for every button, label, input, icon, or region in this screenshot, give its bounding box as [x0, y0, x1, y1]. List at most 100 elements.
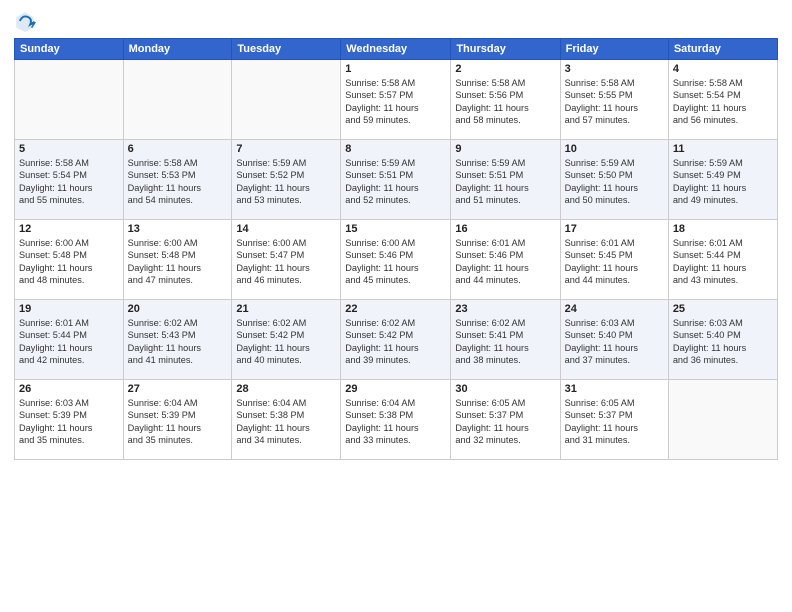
calendar-cell: 1Sunrise: 5:58 AM Sunset: 5:57 PM Daylig… — [341, 60, 451, 140]
calendar-cell: 16 Sunrise: 6:01 AM Sunset: 5:46 PM Dayli… — [451, 220, 560, 300]
calendar-header-saturday: Saturday — [668, 39, 777, 60]
day-number: 17 — [565, 223, 664, 235]
day-number: 18 — [673, 223, 773, 235]
day-info: Sunrise: 6:05 AM Sunset: 5:37 PM Dayligh… — [455, 397, 555, 447]
logo-icon — [14, 10, 36, 32]
day-number: 11 — [673, 143, 773, 155]
calendar-header-wednesday: Wednesday — [341, 39, 451, 60]
calendar-cell: 8 Sunrise: 5:59 AM Sunset: 5:51 PM Daylig… — [341, 140, 451, 220]
calendar-cell: 18Sunrise: 6:01 AM Sunset: 5:44 PM Dayli… — [668, 220, 777, 300]
logo — [14, 10, 40, 32]
page: SundayMondayTuesdayWednesdayThursdayFrid… — [0, 0, 792, 612]
day-info: Sunrise: 6:00 AM Sunset: 5:48 PM Dayligh… — [19, 237, 119, 287]
calendar-cell: 28Sunrise: 6:04 AM Sunset: 5:38 PM Dayli… — [232, 380, 341, 460]
calendar-week-row: 12 Sunrise: 6:00 AM Sunset: 5:48 PM Dayli… — [15, 220, 778, 300]
calendar-cell: 13 Sunrise: 6:00 AM Sunset: 5:48 PM Dayli… — [123, 220, 232, 300]
day-number: 20 — [128, 303, 228, 315]
day-info: Sunrise: 6:00 AM Sunset: 5:47 PM Dayligh… — [236, 237, 336, 287]
day-number: 21 — [236, 303, 336, 315]
day-info: Sunrise: 6:00 AM Sunset: 5:46 PM Dayligh… — [345, 237, 446, 287]
calendar-cell — [123, 60, 232, 140]
day-info: Sunrise: 5:58 AM Sunset: 5:54 PM Dayligh… — [673, 77, 773, 127]
calendar-cell: 21 Sunrise: 6:02 AM Sunset: 5:42 PM Dayli… — [232, 300, 341, 380]
calendar-cell: 25 Sunrise: 6:03 AM Sunset: 5:40 PM Dayli… — [668, 300, 777, 380]
calendar-cell: 30 Sunrise: 6:05 AM Sunset: 5:37 PM Dayli… — [451, 380, 560, 460]
day-number: 22 — [345, 303, 446, 315]
calendar-cell: 11 Sunrise: 5:59 AM Sunset: 5:49 PM Dayli… — [668, 140, 777, 220]
day-number: 8 — [345, 143, 446, 155]
day-info: Sunrise: 6:03 AM Sunset: 5:40 PM Dayligh… — [673, 317, 773, 367]
calendar-header-row: SundayMondayTuesdayWednesdayThursdayFrid… — [15, 39, 778, 60]
day-info: Sunrise: 5:59 AM Sunset: 5:50 PM Dayligh… — [565, 157, 664, 207]
day-number: 16 — [455, 223, 555, 235]
day-info: Sunrise: 5:58 AM Sunset: 5:55 PM Dayligh… — [565, 77, 664, 127]
calendar-cell — [668, 380, 777, 460]
day-number: 30 — [455, 383, 555, 395]
calendar-cell: 3 Sunrise: 5:58 AM Sunset: 5:55 PM Daylig… — [560, 60, 668, 140]
day-info: Sunrise: 5:58 AM Sunset: 5:56 PM Dayligh… — [455, 77, 555, 127]
day-number: 2 — [455, 63, 555, 75]
day-info: Sunrise: 6:01 AM Sunset: 5:45 PM Dayligh… — [565, 237, 664, 287]
day-info: Sunrise: 5:58 AM Sunset: 5:57 PM Dayligh… — [345, 77, 446, 127]
day-number: 26 — [19, 383, 119, 395]
calendar-header-tuesday: Tuesday — [232, 39, 341, 60]
day-info: Sunrise: 5:59 AM Sunset: 5:51 PM Dayligh… — [455, 157, 555, 207]
day-number: 14 — [236, 223, 336, 235]
day-info: Sunrise: 6:04 AM Sunset: 5:38 PM Dayligh… — [345, 397, 446, 447]
header — [14, 10, 778, 32]
day-number: 9 — [455, 143, 555, 155]
calendar-header-monday: Monday — [123, 39, 232, 60]
day-number: 27 — [128, 383, 228, 395]
day-info: Sunrise: 6:02 AM Sunset: 5:42 PM Dayligh… — [236, 317, 336, 367]
day-info: Sunrise: 6:02 AM Sunset: 5:43 PM Dayligh… — [128, 317, 228, 367]
calendar-week-row: 26 Sunrise: 6:03 AM Sunset: 5:39 PM Dayli… — [15, 380, 778, 460]
calendar-cell: 4Sunrise: 5:58 AM Sunset: 5:54 PM Daylig… — [668, 60, 777, 140]
day-info: Sunrise: 6:02 AM Sunset: 5:41 PM Dayligh… — [455, 317, 555, 367]
calendar-cell: 14 Sunrise: 6:00 AM Sunset: 5:47 PM Dayli… — [232, 220, 341, 300]
day-number: 5 — [19, 143, 119, 155]
calendar-cell: 24Sunrise: 6:03 AM Sunset: 5:40 PM Dayli… — [560, 300, 668, 380]
calendar-week-row: 1Sunrise: 5:58 AM Sunset: 5:57 PM Daylig… — [15, 60, 778, 140]
calendar-cell: 7 Sunrise: 5:59 AM Sunset: 5:52 PM Daylig… — [232, 140, 341, 220]
calendar-table: SundayMondayTuesdayWednesdayThursdayFrid… — [14, 38, 778, 460]
day-info: Sunrise: 6:02 AM Sunset: 5:42 PM Dayligh… — [345, 317, 446, 367]
day-info: Sunrise: 5:59 AM Sunset: 5:51 PM Dayligh… — [345, 157, 446, 207]
calendar-week-row: 19 Sunrise: 6:01 AM Sunset: 5:44 PM Dayli… — [15, 300, 778, 380]
day-number: 13 — [128, 223, 228, 235]
day-number: 6 — [128, 143, 228, 155]
day-number: 25 — [673, 303, 773, 315]
day-number: 7 — [236, 143, 336, 155]
calendar-cell — [232, 60, 341, 140]
calendar-cell: 29 Sunrise: 6:04 AM Sunset: 5:38 PM Dayli… — [341, 380, 451, 460]
calendar-header-thursday: Thursday — [451, 39, 560, 60]
day-info: Sunrise: 6:00 AM Sunset: 5:48 PM Dayligh… — [128, 237, 228, 287]
day-number: 23 — [455, 303, 555, 315]
day-info: Sunrise: 5:58 AM Sunset: 5:54 PM Dayligh… — [19, 157, 119, 207]
calendar-cell: 20 Sunrise: 6:02 AM Sunset: 5:43 PM Dayli… — [123, 300, 232, 380]
day-number: 10 — [565, 143, 664, 155]
day-number: 3 — [565, 63, 664, 75]
calendar-cell: 27 Sunrise: 6:04 AM Sunset: 5:39 PM Dayli… — [123, 380, 232, 460]
calendar-cell: 12 Sunrise: 6:00 AM Sunset: 5:48 PM Dayli… — [15, 220, 124, 300]
day-info: Sunrise: 5:59 AM Sunset: 5:49 PM Dayligh… — [673, 157, 773, 207]
day-info: Sunrise: 6:03 AM Sunset: 5:40 PM Dayligh… — [565, 317, 664, 367]
calendar-cell: 10 Sunrise: 5:59 AM Sunset: 5:50 PM Dayli… — [560, 140, 668, 220]
day-number: 19 — [19, 303, 119, 315]
day-info: Sunrise: 6:04 AM Sunset: 5:39 PM Dayligh… — [128, 397, 228, 447]
calendar-cell: 9 Sunrise: 5:59 AM Sunset: 5:51 PM Daylig… — [451, 140, 560, 220]
calendar-header-sunday: Sunday — [15, 39, 124, 60]
day-number: 31 — [565, 383, 664, 395]
calendar-cell: 26 Sunrise: 6:03 AM Sunset: 5:39 PM Dayli… — [15, 380, 124, 460]
day-info: Sunrise: 6:01 AM Sunset: 5:46 PM Dayligh… — [455, 237, 555, 287]
day-number: 29 — [345, 383, 446, 395]
day-info: Sunrise: 5:59 AM Sunset: 5:52 PM Dayligh… — [236, 157, 336, 207]
day-number: 12 — [19, 223, 119, 235]
day-number: 15 — [345, 223, 446, 235]
calendar-cell — [15, 60, 124, 140]
day-info: Sunrise: 6:01 AM Sunset: 5:44 PM Dayligh… — [19, 317, 119, 367]
day-info: Sunrise: 6:03 AM Sunset: 5:39 PM Dayligh… — [19, 397, 119, 447]
calendar-cell: 17 Sunrise: 6:01 AM Sunset: 5:45 PM Dayli… — [560, 220, 668, 300]
calendar-cell: 19 Sunrise: 6:01 AM Sunset: 5:44 PM Dayli… — [15, 300, 124, 380]
calendar-cell: 23 Sunrise: 6:02 AM Sunset: 5:41 PM Dayli… — [451, 300, 560, 380]
day-info: Sunrise: 6:05 AM Sunset: 5:37 PM Dayligh… — [565, 397, 664, 447]
